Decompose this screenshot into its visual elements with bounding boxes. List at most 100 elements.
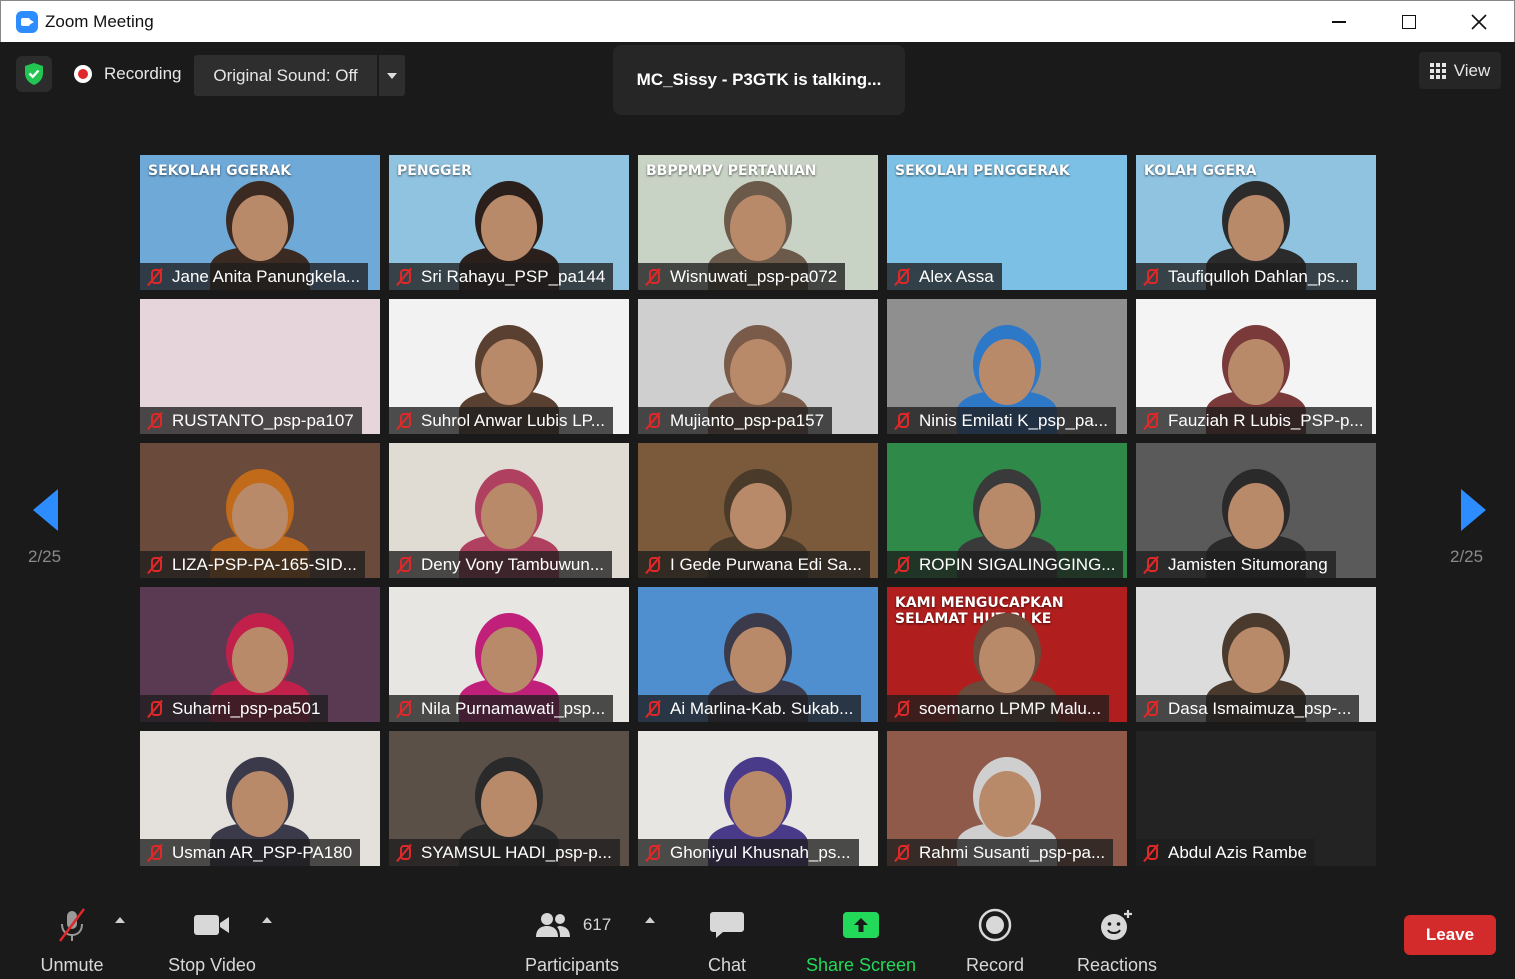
participant-tile[interactable]: PENGGER Sri Rahayu_PSP_pa144 — [389, 155, 629, 290]
maximize-button[interactable] — [1374, 1, 1444, 43]
participant-tile[interactable]: KOLAH GGERA Taufiqulloh Dahlan_ps... — [1136, 155, 1376, 290]
recording-label: Recording — [104, 64, 182, 83]
participant-tile[interactable]: Dasa Ismaimuza_psp-... — [1136, 587, 1376, 722]
participant-tile[interactable]: LIZA-PSP-PA-165-SID... — [140, 443, 380, 578]
close-icon — [1471, 14, 1487, 30]
muted-microphone-icon — [893, 844, 911, 862]
participant-head — [979, 483, 1035, 549]
participant-tile[interactable]: SEKOLAH GGERAK Jane Anita Panungkela... — [140, 155, 380, 290]
participant-tile[interactable]: BBPPMPV PERTANIAN Wisnuwati_psp-pa072 — [638, 155, 878, 290]
participant-name: Jamisten Situmorang — [1168, 554, 1328, 574]
participant-tile[interactable]: Rahmi Susanti_psp-pa... — [887, 731, 1127, 866]
participant-head — [979, 339, 1035, 405]
participant-name-tag: Usman AR_PSP-PA180 — [140, 839, 361, 866]
participant-tile[interactable]: Usman AR_PSP-PA180 — [140, 731, 380, 866]
meeting-stage: Recording Original Sound: Off MC_Sissy -… — [2, 42, 1513, 979]
participant-name: soemarno LPMP Malu... — [919, 698, 1102, 718]
virtual-background-text: PENGGER — [397, 163, 472, 179]
participant-name-tag: Deny Vony Tambuwun... — [389, 551, 613, 578]
participants-button[interactable]: 617 Participants — [517, 899, 627, 979]
participant-name: Deny Vony Tambuwun... — [421, 554, 605, 574]
participant-tile[interactable]: ROPIN SIGALINGGING... — [887, 443, 1127, 578]
video-options-caret-icon[interactable] — [262, 917, 272, 923]
participant-name-tag: Suharni_psp-pa501 — [140, 695, 329, 722]
participant-name-tag: Mujianto_psp-pa157 — [638, 407, 833, 434]
minimize-button[interactable] — [1304, 1, 1374, 43]
stop-video-button[interactable]: Stop Video — [162, 899, 262, 979]
share-screen-button[interactable]: Share Screen — [802, 899, 920, 979]
unmute-label: Unmute — [40, 955, 104, 975]
participant-name: Nila Purnamawati_psp... — [421, 698, 606, 718]
virtual-background-text: SEKOLAH GGERAK — [148, 163, 292, 179]
top-strip: Recording Original Sound: Off MC_Sissy -… — [2, 42, 1513, 115]
recording-indicator[interactable]: Recording — [62, 56, 194, 92]
page-indicator-right: 2/25 — [1450, 547, 1484, 566]
unmute-button[interactable]: Unmute — [32, 899, 112, 979]
participant-tile[interactable]: RUSTANTO_psp-pa107 — [140, 299, 380, 434]
participant-name-tag: Nila Purnamawati_psp... — [389, 695, 614, 722]
participant-tile[interactable]: SEKOLAH PENGGERAK Alex Assa — [887, 155, 1127, 290]
participant-name: Usman AR_PSP-PA180 — [172, 842, 353, 862]
chat-label: Chat — [707, 955, 747, 975]
participant-tile[interactable]: Suharni_psp-pa501 — [140, 587, 380, 722]
participant-head — [1228, 339, 1284, 405]
participant-name: LIZA-PSP-PA-165-SID... — [172, 554, 357, 574]
participant-tile[interactable]: Suhrol Anwar Lubis LP... — [389, 299, 629, 434]
participant-name-tag: SYAMSUL HADI_psp-p... — [389, 839, 620, 866]
muted-microphone-icon — [146, 556, 164, 574]
smiley-plus-icon — [1099, 905, 1135, 945]
participant-head — [730, 195, 786, 261]
reactions-button[interactable]: Reactions — [1070, 899, 1164, 979]
meeting-toolbar: Unmute Stop Video 617 Participants Chat … — [2, 899, 1513, 979]
participant-head — [730, 339, 786, 405]
participant-tile[interactable]: Deny Vony Tambuwun... — [389, 443, 629, 578]
record-button[interactable]: Record — [957, 899, 1033, 979]
participant-tile[interactable]: Ninis Emilati K_psp_pa... — [887, 299, 1127, 434]
participant-name: Ninis Emilati K_psp_pa... — [919, 410, 1108, 430]
muted-microphone-icon — [644, 844, 662, 862]
participants-count: 617 — [582, 915, 612, 934]
participant-head — [979, 771, 1035, 837]
muted-microphone-icon — [1142, 412, 1160, 430]
participant-head — [979, 627, 1035, 693]
audio-options-caret-icon[interactable] — [115, 917, 125, 923]
participant-name: Suhrol Anwar Lubis LP... — [421, 410, 605, 430]
participant-name: RUSTANTO_psp-pa107 — [172, 410, 354, 430]
participant-tile[interactable]: Ai Marlina-Kab. Sukab... — [638, 587, 878, 722]
participant-tile[interactable]: Abdul Azis Rambe — [1136, 731, 1376, 866]
muted-microphone-icon — [893, 556, 911, 574]
leave-button[interactable]: Leave — [1404, 915, 1496, 955]
chat-button[interactable]: Chat — [697, 899, 757, 979]
shield-check-icon — [25, 63, 43, 85]
participant-name: ROPIN SIGALINGGING... — [919, 554, 1116, 574]
participant-name: I Gede Purwana Edi Sa... — [670, 554, 862, 574]
participant-tile[interactable]: Mujianto_psp-pa157 — [638, 299, 878, 434]
recording-dot-icon — [74, 65, 92, 83]
participant-name-tag: ROPIN SIGALINGGING... — [887, 551, 1124, 578]
participant-head — [232, 627, 288, 693]
participant-name-tag: Ghoniyul Khusnah_ps... — [638, 839, 859, 866]
participant-tile[interactable]: Nila Purnamawati_psp... — [389, 587, 629, 722]
participant-tile[interactable]: KAMI MENGUCAPKAN SELAMAT HUT RI KE soemar… — [887, 587, 1127, 722]
participant-tile[interactable]: SYAMSUL HADI_psp-p... — [389, 731, 629, 866]
previous-page-arrow-icon[interactable] — [33, 489, 58, 531]
participant-name: Abdul Azis Rambe — [1168, 842, 1307, 862]
close-button[interactable] — [1444, 1, 1514, 43]
muted-microphone-icon — [644, 700, 662, 718]
participant-tile[interactable]: Ghoniyul Khusnah_ps... — [638, 731, 878, 866]
muted-microphone-icon — [644, 412, 662, 430]
participants-options-caret-icon[interactable] — [645, 917, 655, 923]
participant-tile[interactable]: Jamisten Situmorang — [1136, 443, 1376, 578]
participant-name-tag: Rahmi Susanti_psp-pa... — [887, 839, 1114, 866]
participant-tile[interactable]: I Gede Purwana Edi Sa... — [638, 443, 878, 578]
muted-microphone-icon — [1142, 844, 1160, 862]
muted-microphone-icon — [395, 844, 413, 862]
participant-name: Sri Rahayu_PSP_pa144 — [421, 266, 606, 286]
participant-tile[interactable]: Fauziah R Lubis_PSP-p... — [1136, 299, 1376, 434]
next-page-arrow-icon[interactable] — [1461, 489, 1486, 531]
view-button[interactable]: View — [1419, 52, 1501, 89]
original-sound-button[interactable]: Original Sound: Off — [194, 55, 377, 96]
encryption-shield-button[interactable] — [16, 56, 52, 92]
original-sound-dropdown[interactable] — [379, 55, 405, 96]
virtual-background-text: SEKOLAH PENGGERAK — [895, 163, 1070, 179]
